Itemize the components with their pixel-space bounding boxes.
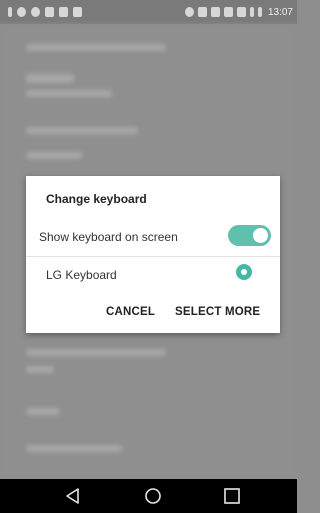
show-keyboard-label: Show keyboard on screen [39, 230, 178, 244]
nfc-icon [197, 7, 207, 17]
background-placeholder [26, 366, 54, 373]
lg-keyboard-row[interactable]: LG Keyboard [26, 258, 280, 294]
notification-icon [59, 7, 68, 17]
background-placeholder [26, 44, 166, 51]
background-placeholder [26, 90, 112, 97]
background-placeholder [26, 349, 166, 356]
show-keyboard-toggle[interactable] [228, 225, 271, 246]
battery-icon [257, 7, 262, 17]
background-placeholder [26, 408, 60, 415]
battery-icon [8, 7, 12, 17]
image-icon [45, 7, 54, 17]
show-keyboard-row[interactable]: Show keyboard on screen [26, 218, 280, 254]
background-placeholder [26, 445, 122, 452]
back-icon[interactable] [63, 487, 83, 505]
home-icon[interactable] [143, 487, 163, 505]
recents-icon[interactable] [222, 487, 242, 505]
lg-keyboard-radio[interactable] [236, 264, 252, 280]
cancel-button[interactable]: CANCEL [106, 306, 155, 318]
status-left-icons [8, 5, 82, 19]
notification-icon [31, 7, 40, 17]
change-keyboard-dialog: Change keyboard Show keyboard on screen … [26, 176, 280, 333]
radio-selected-dot [241, 269, 247, 275]
select-more-button[interactable]: SELECT MORE [175, 306, 260, 318]
toggle-thumb [253, 228, 268, 243]
navigation-bar [0, 479, 297, 513]
alarm-icon [184, 7, 194, 17]
background-placeholder [26, 74, 74, 83]
notification-icon [17, 7, 26, 17]
location-icon [223, 7, 233, 17]
vibrate-icon [210, 7, 220, 17]
divider [26, 256, 280, 257]
dialog-title: Change keyboard [46, 192, 147, 206]
dialog-actions: CANCEL SELECT MORE [26, 302, 280, 326]
background-placeholder [26, 152, 82, 159]
usb-icon [73, 7, 82, 17]
wifi-icon [236, 7, 246, 17]
status-bar: 13:07 [0, 0, 297, 24]
status-right-icons: 13:07 [184, 5, 293, 19]
keyboard-option-label: LG Keyboard [46, 268, 117, 282]
status-clock: 13:07 [267, 6, 293, 18]
background-placeholder [26, 127, 138, 134]
signal-icon [249, 7, 254, 17]
